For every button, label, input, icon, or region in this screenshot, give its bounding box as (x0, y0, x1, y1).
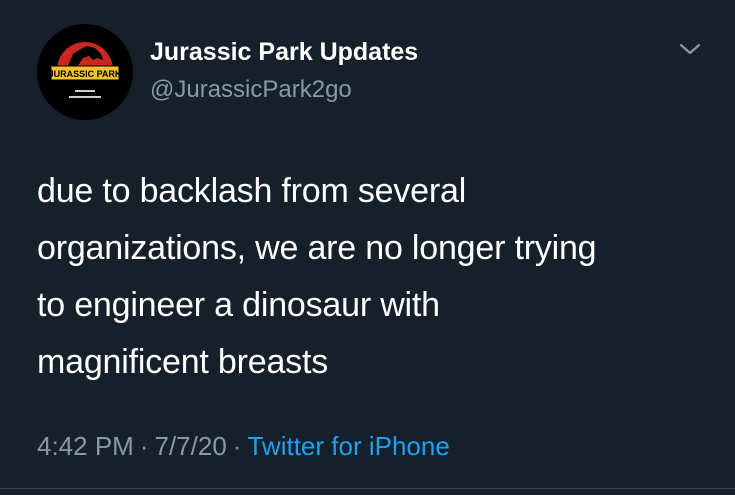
tweet-text: due to backlash from several organizatio… (37, 172, 597, 381)
chevron-down-icon[interactable] (677, 40, 703, 58)
divider (0, 488, 735, 489)
tweet-source-link[interactable]: Twitter for iPhone (247, 431, 449, 461)
tweet-date[interactable]: 7/7/20 (155, 431, 227, 461)
tweet-meta: 4:42 PM · 7/7/20 · Twitter for iPhone (37, 431, 450, 462)
meta-separator: · (139, 431, 149, 461)
display-name[interactable]: Jurassic Park Updates (150, 38, 418, 67)
tweet-time[interactable]: 4:42 PM (37, 431, 134, 461)
tweet-card: JURASSIC PARK Jurassic Park Updates @Jur… (0, 0, 735, 495)
avatar[interactable]: JURASSIC PARK (37, 24, 133, 120)
jurassic-park-logo-icon: JURASSIC PARK (37, 24, 133, 120)
meta-separator: · (232, 431, 242, 461)
user-handle[interactable]: @JurassicPark2go (150, 76, 352, 104)
avatar-logo-text: JURASSIC PARK (49, 69, 122, 79)
